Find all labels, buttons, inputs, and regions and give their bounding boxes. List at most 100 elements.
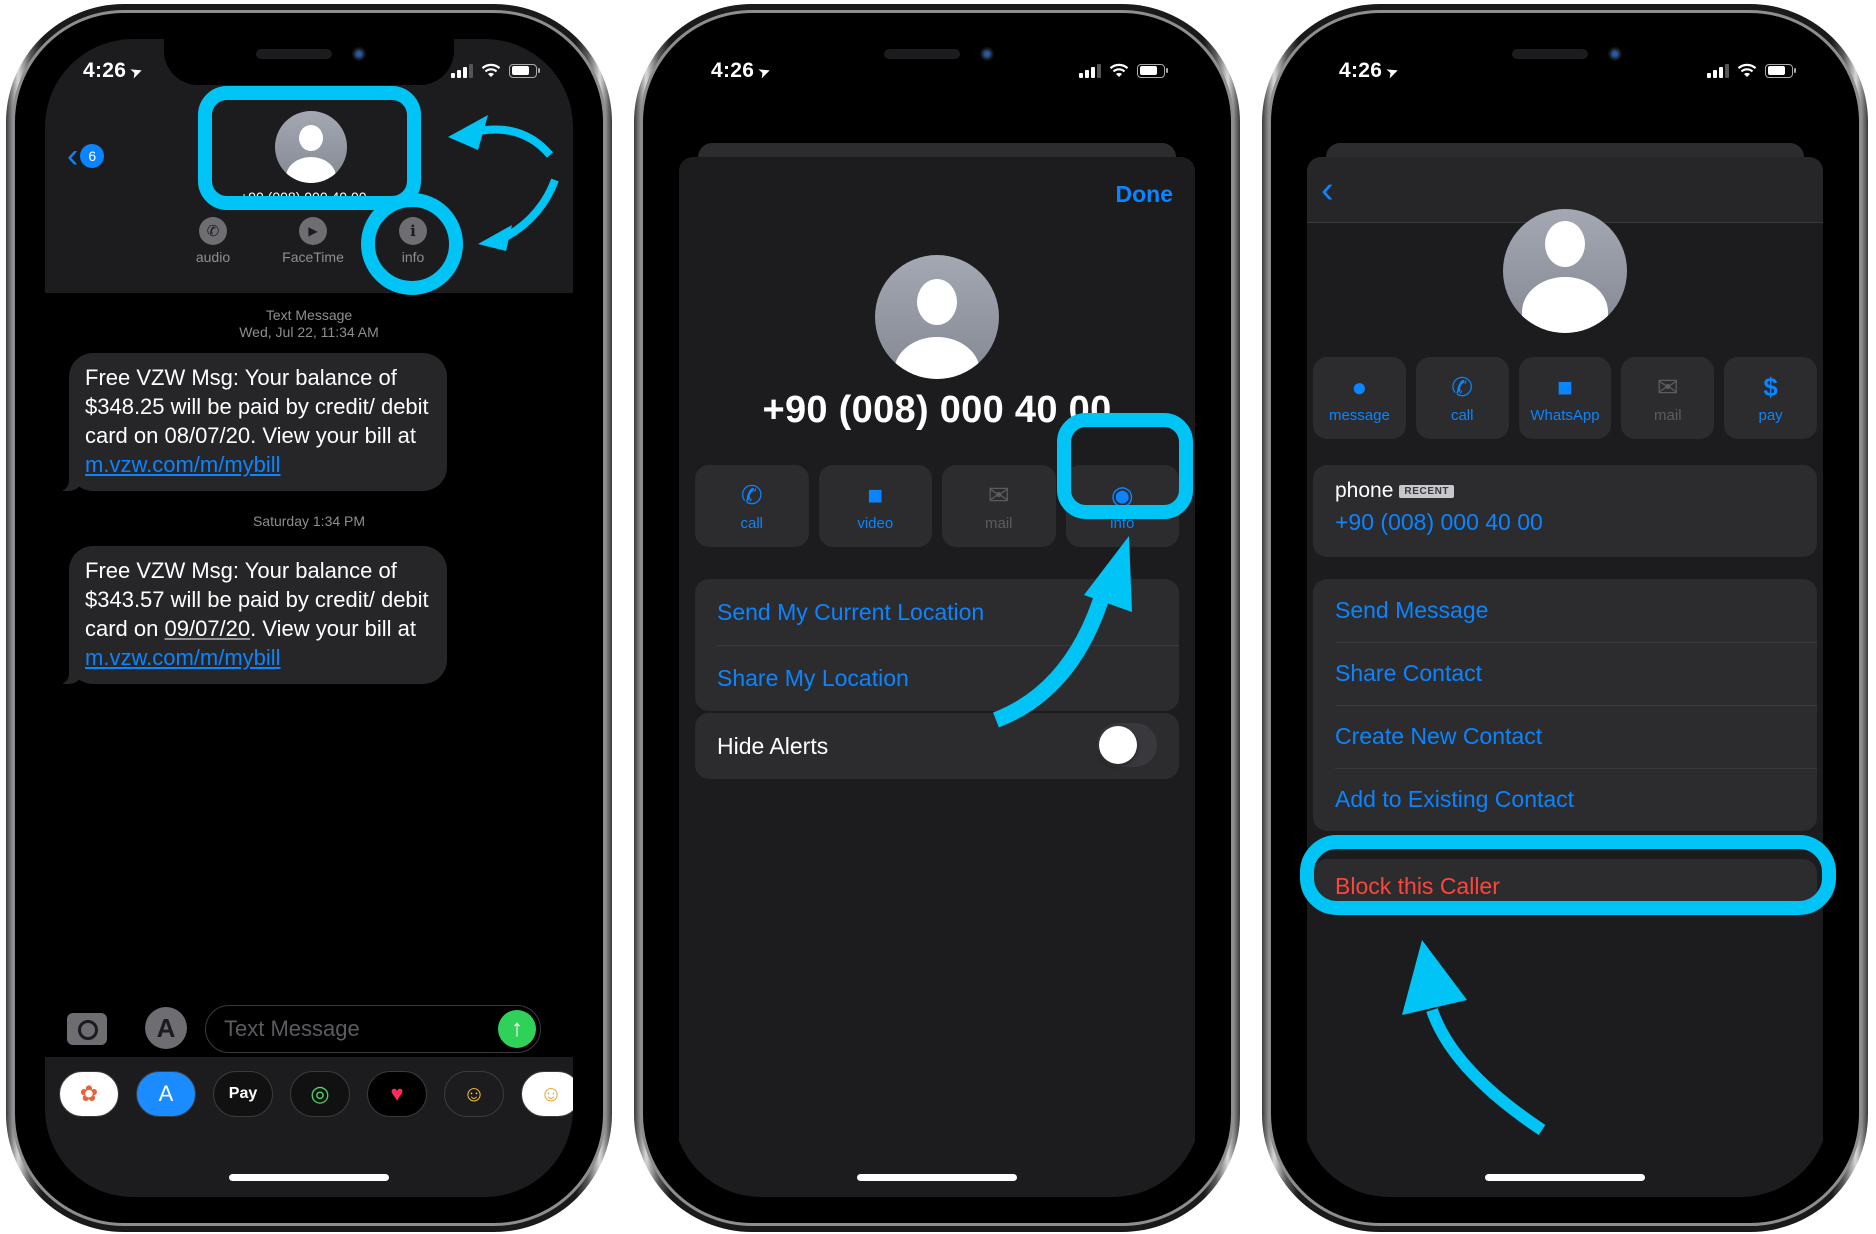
message-bubble-icon: ● (1351, 371, 1368, 402)
battery-icon (1765, 63, 1796, 78)
action-label: mail (984, 514, 1013, 532)
status-time: 4:26 ➤ (1339, 59, 1402, 83)
phone-conversation-details: 4:26 ➤ Done +90 (008) 000 40 00 ✆ call ■… (634, 4, 1240, 1232)
share-contact-button[interactable]: Share Contact (1313, 642, 1817, 705)
mail-button[interactable]: ✉ mail (942, 465, 1056, 547)
bill-link[interactable]: m.vzw.com/m/mybill (85, 452, 281, 477)
message-input[interactable]: Text Message ↑ (205, 1005, 541, 1053)
phone-number-card[interactable]: phone RECENT +90 (008) 000 40 00 (1313, 465, 1817, 557)
action-label: audio (195, 249, 231, 265)
digital-touch-icon[interactable]: ♥ (367, 1071, 427, 1117)
home-indicator[interactable] (857, 1174, 1017, 1181)
bill-link[interactable]: m.vzw.com/m/mybill (85, 645, 281, 670)
wifi-icon (1109, 63, 1129, 77)
notch (164, 39, 454, 85)
contact-avatar (875, 255, 999, 379)
video-camera-icon: ▶ (299, 217, 327, 245)
share-my-location-button[interactable]: Share My Location (695, 645, 1179, 711)
status-time: 4:26 ➤ (711, 59, 774, 83)
block-caller-button[interactable]: Block this Caller (1313, 859, 1817, 913)
memoji-stickers-icon[interactable]: ☺ (521, 1071, 573, 1117)
create-new-contact-button[interactable]: Create New Contact (1313, 705, 1817, 768)
location-group: Send My Current Location Share My Locati… (695, 579, 1179, 711)
action-label: pay (1758, 406, 1783, 424)
app-store-icon[interactable]: A (136, 1071, 196, 1117)
call-button[interactable]: ✆ call (695, 465, 809, 547)
wifi-icon (1737, 63, 1757, 77)
header-actions: ✆ audio ▶ FaceTime i info (163, 217, 463, 265)
memoji-icon[interactable]: ☺ (444, 1071, 504, 1117)
message-button[interactable]: ● message (1313, 357, 1406, 439)
info-button[interactable]: i info (363, 217, 463, 265)
action-label: info (401, 249, 425, 265)
screen: 4:26➤ ‹ 6 +90 (008) 000 40 00 ⌵ ✆ audio (45, 39, 573, 1197)
facetime-button[interactable]: ▶ FaceTime (263, 217, 363, 265)
screen: 4:26 ➤ ‹ ● message ✆ call ■ WhatsApp ✉ m… (1301, 39, 1829, 1197)
message-input-placeholder: Text Message (224, 1016, 360, 1041)
action-label: FaceTime (282, 249, 344, 265)
phone-icon: ✆ (1451, 371, 1474, 402)
status-time: 4:26 ➤ (83, 59, 146, 83)
home-indicator[interactable] (1485, 1174, 1645, 1181)
person-circle-icon: ◉ (1110, 479, 1134, 510)
action-label: call (740, 514, 763, 532)
send-arrow-icon[interactable]: ↑ (498, 1010, 536, 1048)
phone-contact-info: 4:26 ➤ ‹ ● message ✆ call ■ WhatsApp ✉ m… (1262, 4, 1868, 1232)
phone-number-value[interactable]: +90 (008) 000 40 00 (1335, 509, 1795, 536)
call-button[interactable]: ✆ call (1415, 357, 1509, 439)
photos-app-icon[interactable]: ✿ (59, 1071, 119, 1117)
hide-alerts-toggle[interactable] (1097, 723, 1157, 767)
video-camera-icon: ■ (867, 479, 884, 510)
contact-avatar (1503, 209, 1627, 333)
details-sheet: Done +90 (008) 000 40 00 ✆ call ■ video … (679, 157, 1195, 1197)
battery-icon (509, 63, 540, 78)
screen: 4:26 ➤ Done +90 (008) 000 40 00 ✆ call ■… (673, 39, 1201, 1197)
message-bubble: Free VZW Msg: Your balance of $348.25 wi… (57, 353, 447, 491)
video-button[interactable]: ■ video (818, 465, 932, 547)
recent-badge: RECENT (1399, 484, 1455, 498)
contact-avatar[interactable] (275, 111, 347, 183)
phone-label: phone (1335, 479, 1394, 502)
contact-actions: ● message ✆ call ■ WhatsApp ✉ mail $ pay (1313, 357, 1817, 439)
chevron-left-icon: ‹ (67, 137, 79, 175)
contact-number-button[interactable]: +90 (008) 000 40 00 ⌵ (45, 189, 573, 206)
action-label: video (857, 514, 894, 532)
phone-messages-conversation: 4:26➤ ‹ 6 +90 (008) 000 40 00 ⌵ ✆ audio (6, 4, 612, 1232)
back-button[interactable]: ‹ 6 (67, 137, 105, 175)
info-button[interactable]: ◉ info (1065, 465, 1179, 547)
location-arrow-icon: ➤ (755, 62, 774, 83)
whatsapp-button[interactable]: ■ WhatsApp (1518, 357, 1612, 439)
date-link[interactable]: 09/07/20 (165, 616, 251, 641)
app-store-toggle-icon[interactable]: A (145, 1007, 187, 1049)
add-to-existing-contact-button[interactable]: Add to Existing Contact (1313, 768, 1817, 831)
location-arrow-icon: ➤ (127, 62, 146, 83)
timestamp: Text Message Wed, Jul 22, 11:34 AM (239, 307, 379, 340)
location-arrow-icon: ➤ (1383, 62, 1402, 83)
action-label: call (1450, 406, 1474, 424)
send-message-button[interactable]: Send Message (1313, 579, 1817, 642)
home-indicator[interactable] (229, 1174, 389, 1181)
back-chevron-icon[interactable]: ‹ (1321, 169, 1334, 212)
done-button[interactable]: Done (1116, 181, 1174, 208)
send-current-location-button[interactable]: Send My Current Location (695, 579, 1179, 645)
message-thread: Text Message Wed, Jul 22, 11:34 AM Free … (45, 293, 573, 1057)
audio-call-button[interactable]: ✆ audio (163, 217, 263, 265)
hide-alerts-label: Hide Alerts (717, 732, 829, 759)
message-bubble: Free VZW Msg: Your balance of $343.57 wi… (57, 546, 447, 684)
camera-icon[interactable] (67, 1013, 107, 1045)
phone-bezel: 4:26 ➤ Done +90 (008) 000 40 00 ✆ call ■… (640, 10, 1234, 1226)
apple-pay-icon[interactable]: Pay (213, 1071, 273, 1117)
mail-button[interactable]: ✉ mail (1621, 357, 1715, 439)
hide-alerts-row: Hide Alerts (695, 713, 1179, 779)
notch (1420, 39, 1710, 85)
dollar-icon: $ (1763, 371, 1778, 402)
battery-icon (1137, 63, 1168, 78)
phone-icon: ✆ (199, 217, 227, 245)
mail-icon: ✉ (1656, 371, 1679, 402)
activity-icon[interactable]: ◎ (290, 1071, 350, 1117)
pay-button[interactable]: $ pay (1724, 357, 1817, 439)
action-label: info (1110, 514, 1135, 532)
timestamp: Saturday 1:34 PM (252, 513, 366, 529)
phone-bezel: 4:26 ➤ ‹ ● message ✆ call ■ WhatsApp ✉ m… (1268, 10, 1862, 1226)
wifi-icon (481, 63, 501, 77)
